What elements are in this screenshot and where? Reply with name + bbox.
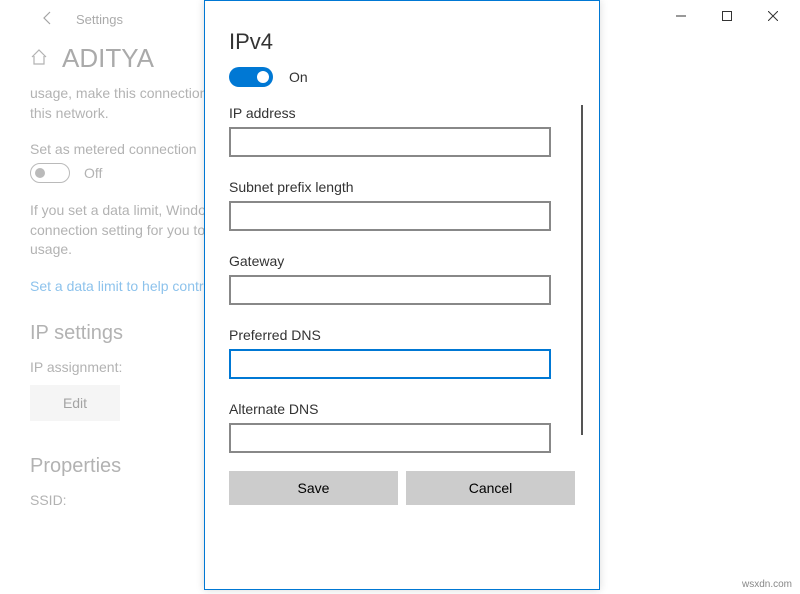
preferred-dns-label: Preferred DNS — [229, 327, 575, 343]
home-icon[interactable] — [30, 48, 48, 69]
page-title: ADITYA — [62, 43, 154, 74]
maximize-button[interactable] — [704, 1, 750, 31]
preferred-dns-input[interactable] — [229, 349, 551, 379]
watermark: wsxdn.com — [742, 579, 792, 590]
save-button[interactable]: Save — [229, 471, 398, 505]
subnet-label: Subnet prefix length — [229, 179, 575, 195]
ip-address-input[interactable] — [229, 127, 551, 157]
gateway-input[interactable] — [229, 275, 551, 305]
close-button[interactable] — [750, 1, 796, 31]
dialog-title: IPv4 — [229, 29, 575, 55]
metered-toggle[interactable] — [30, 163, 70, 183]
scrollbar-track[interactable] — [581, 105, 583, 435]
minimize-button[interactable] — [658, 1, 704, 31]
alternate-dns-input[interactable] — [229, 423, 551, 453]
gateway-label: Gateway — [229, 253, 575, 269]
ipv4-toggle[interactable] — [229, 67, 273, 87]
alternate-dns-label: Alternate DNS — [229, 401, 575, 417]
subnet-input[interactable] — [229, 201, 551, 231]
metered-state: Off — [84, 165, 102, 181]
edit-button[interactable]: Edit — [30, 385, 120, 421]
ipv4-settings-dialog: IPv4 On IP address Subnet prefix length … — [204, 0, 600, 590]
ipv4-toggle-state: On — [289, 69, 308, 85]
ip-address-label: IP address — [229, 105, 575, 121]
cancel-button[interactable]: Cancel — [406, 471, 575, 505]
